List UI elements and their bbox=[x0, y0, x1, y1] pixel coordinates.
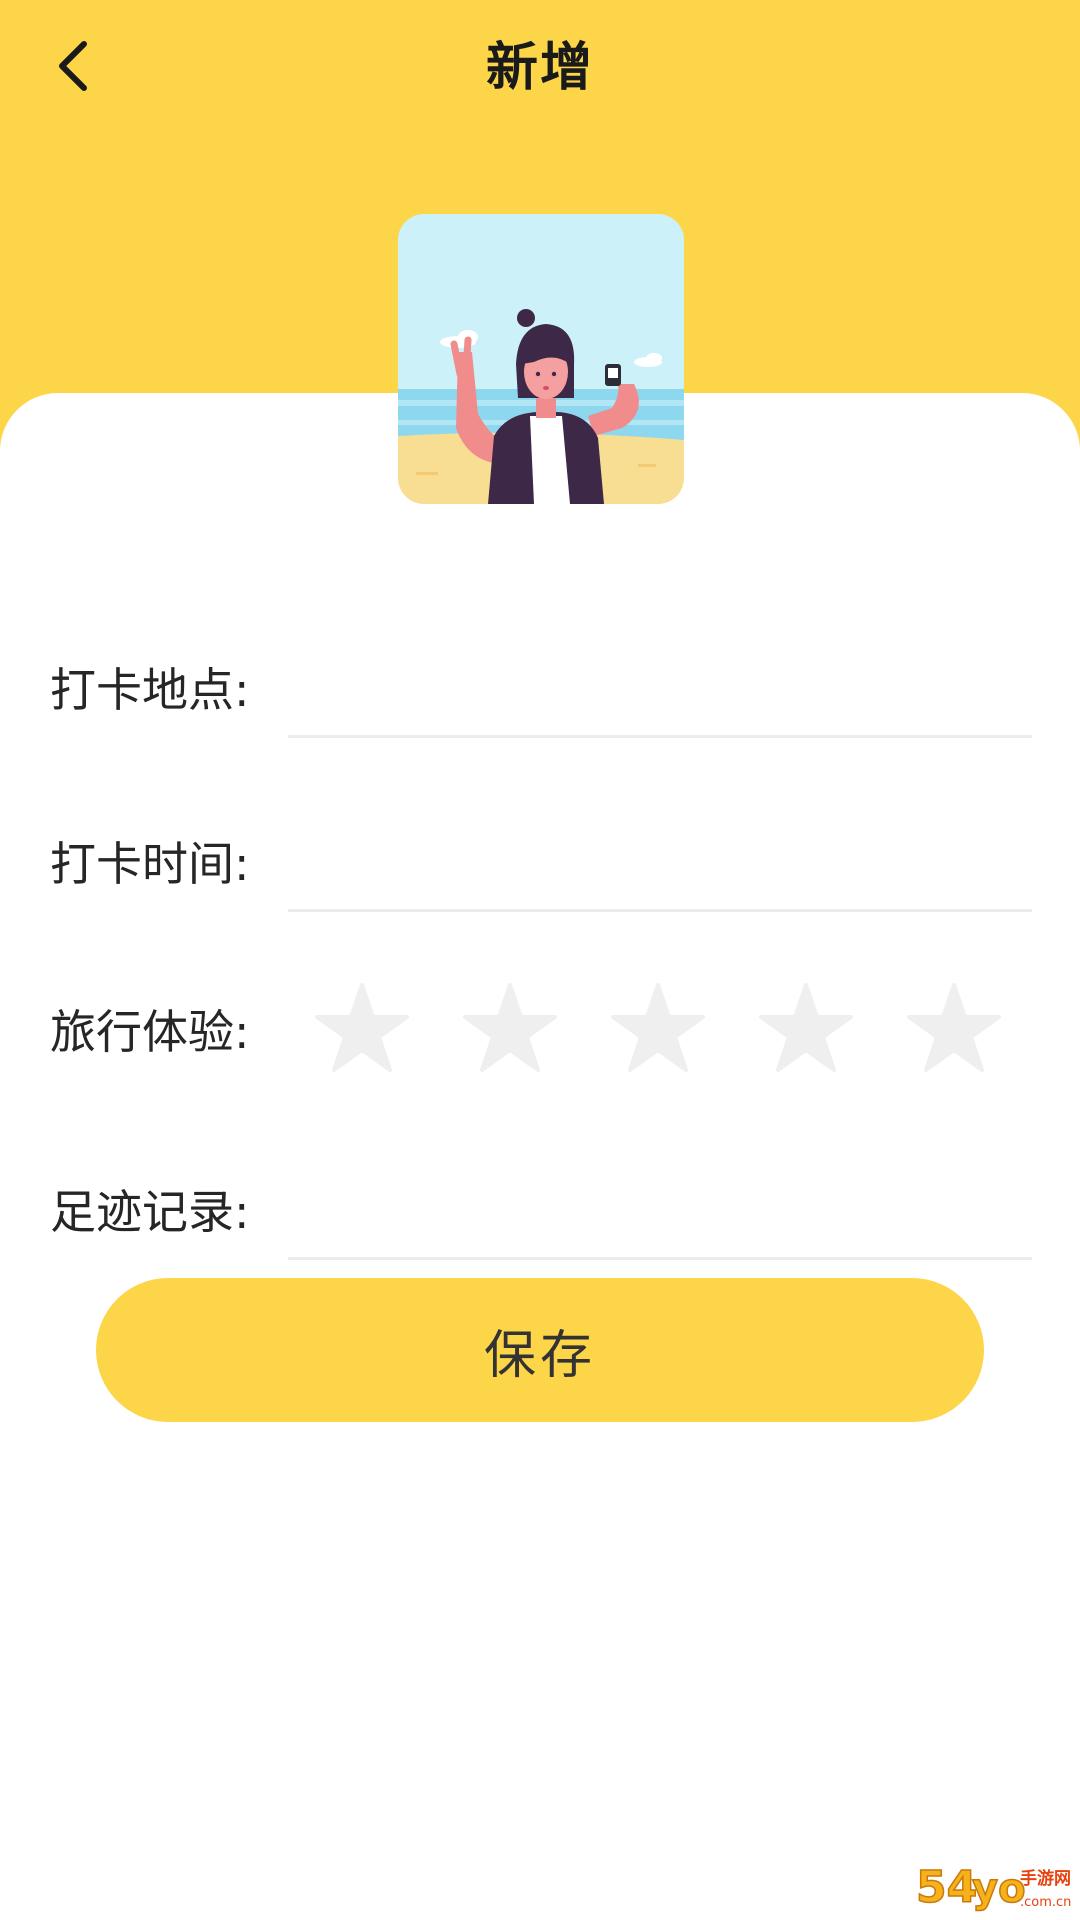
svg-text:54: 54 bbox=[916, 1862, 977, 1913]
location-label: 打卡地点: bbox=[50, 663, 250, 717]
time-input[interactable] bbox=[288, 842, 1032, 912]
location-row: 打卡地点: bbox=[0, 648, 1080, 748]
save-button[interactable]: 保存 bbox=[96, 1278, 984, 1422]
page-title: 新增 bbox=[485, 38, 594, 98]
svg-text:yo: yo bbox=[972, 1866, 1026, 1912]
footprint-label: 足迹记录: bbox=[50, 1185, 250, 1239]
star-icon-1[interactable] bbox=[312, 980, 412, 1080]
selfie-beach-illustration bbox=[398, 214, 684, 504]
svg-text:手游网: 手游网 bbox=[1020, 1868, 1071, 1889]
site-watermark-logo: 54 yo 手游网 .com.cn bbox=[916, 1861, 1071, 1914]
cover-image[interactable] bbox=[398, 214, 684, 504]
experience-row: 旅行体验: bbox=[0, 980, 1080, 1090]
location-input[interactable] bbox=[288, 668, 1032, 738]
star-icon-3[interactable] bbox=[608, 980, 708, 1080]
footprint-row: 足迹记录: bbox=[0, 1170, 1080, 1270]
time-label: 打卡时间: bbox=[50, 837, 250, 891]
time-row: 打卡时间: bbox=[0, 822, 1080, 922]
star-icon-2[interactable] bbox=[460, 980, 560, 1080]
star-icon-5[interactable] bbox=[904, 980, 1004, 1080]
footprint-input[interactable] bbox=[288, 1190, 1032, 1260]
experience-label: 旅行体验: bbox=[50, 1005, 250, 1059]
svg-text:.com.cn: .com.cn bbox=[1020, 1895, 1071, 1910]
star-icon-4[interactable] bbox=[756, 980, 856, 1080]
form-card bbox=[0, 393, 1080, 1920]
experience-rating bbox=[312, 980, 1012, 1080]
